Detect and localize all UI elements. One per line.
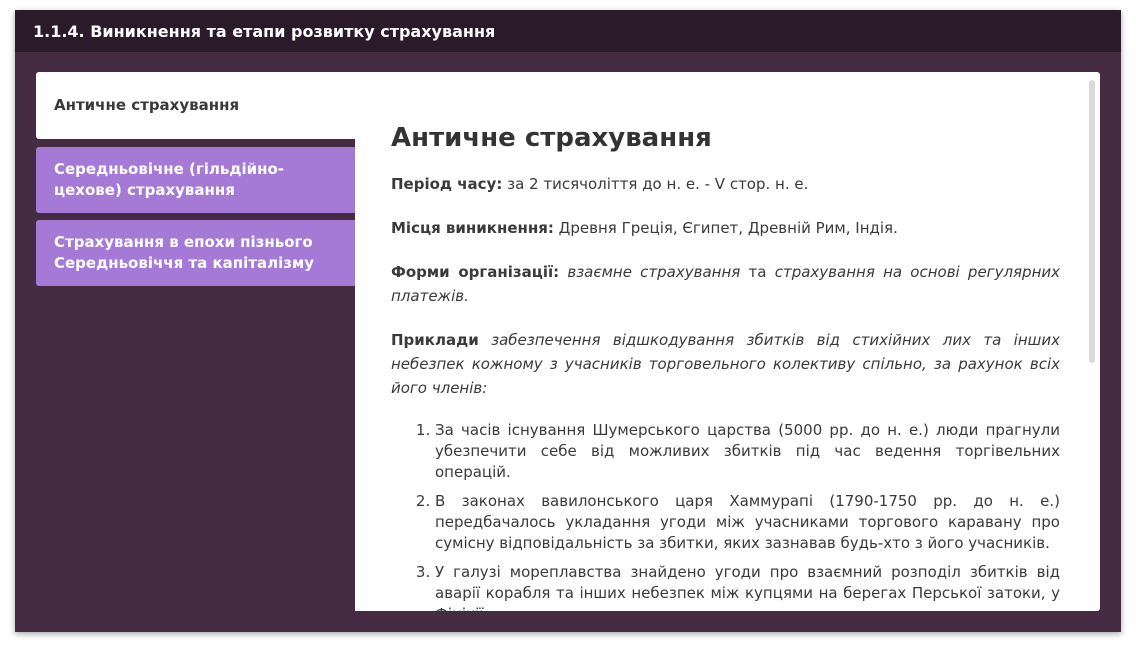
forms-paragraph: Форми організації: взаємне страхування т… [391,260,1060,308]
list-item: В законах вавилонського царя Хаммурапі (… [435,491,1060,554]
places-paragraph: Місця виникнення: Древня Греція, Єгипет,… [391,216,1060,240]
article-heading: Античне страхування [391,123,712,153]
places-value: Древня Греція, Єгипет, Древній Рим, Інді… [558,219,898,237]
tab-late-medieval-capitalism-insurance[interactable]: Страхування в епохи пізнього Середньовіч… [36,220,355,286]
period-value: за 2 тисячоліття до н. е. - V стор. н. е… [507,175,809,193]
examples-label: Приклади [391,331,479,349]
forms-label: Форми організації: [391,263,560,281]
list-item: У галузі мореплавства знайдено угоди про… [435,562,1060,611]
places-label: Місця виникнення: [391,219,554,237]
form-mutual: взаємне страхування [567,263,741,281]
tab-medieval-insurance[interactable]: Середньовічне (гільдійно-цехове) страхув… [36,147,355,213]
tab-label: Античне страхування [54,96,240,114]
examples-intro: забезпечення відшкодування збитків від с… [391,331,1060,397]
forms-end: . [464,287,469,305]
scrollbar[interactable] [1089,80,1095,363]
content-panel: Античне страхування Період часу: за 2 ти… [355,72,1100,611]
page-title: 1.1.4. Виникнення та етапи розвитку стра… [33,22,496,41]
period-paragraph: Період часу: за 2 тисячоліття до н. е. -… [391,172,1060,196]
examples-paragraph: Приклади забезпечення відшкодування збит… [391,328,1060,400]
lesson-frame: 1.1.4. Виникнення та етапи розвитку стра… [15,10,1121,632]
tab-label: Страхування в епохи пізнього Середньовіч… [54,233,314,272]
tab-antique-insurance[interactable]: Античне страхування [36,72,366,139]
examples-list: За часів існування Шумерського царства (… [391,420,1060,611]
tab-label: Середньовічне (гільдійно-цехове) страхув… [54,160,285,199]
forms-connector: та [748,263,767,281]
period-label: Період часу: [391,175,503,193]
article: Античне страхування Період часу: за 2 ти… [391,122,1060,611]
title-bar: 1.1.4. Виникнення та етапи розвитку стра… [15,10,1121,52]
list-item: За часів існування Шумерського царства (… [435,420,1060,483]
